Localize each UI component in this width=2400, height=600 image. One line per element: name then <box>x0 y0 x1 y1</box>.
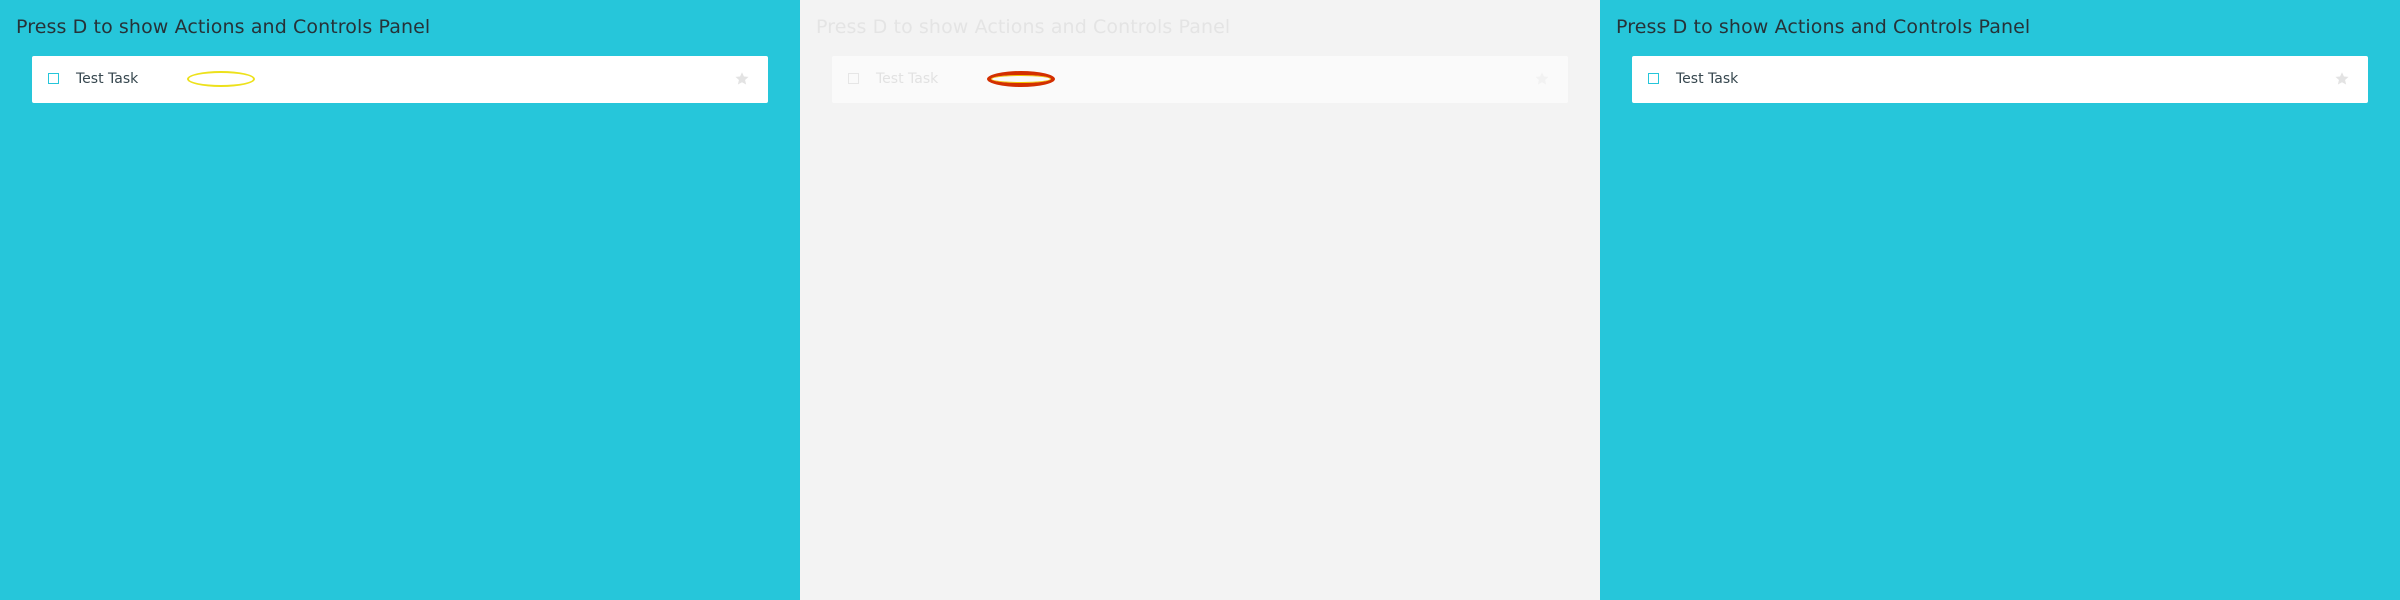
board-panel-middle: Press D to show Actions and Controls Pan… <box>800 0 1600 600</box>
screenshot-strip: Press D to show Actions and Controls Pan… <box>0 0 2400 600</box>
checkbox-icon[interactable] <box>48 73 59 84</box>
keyboard-hint: Press D to show Actions and Controls Pan… <box>16 16 431 38</box>
star-icon[interactable] <box>1533 70 1551 88</box>
checkbox-icon[interactable] <box>1648 73 1659 84</box>
star-icon[interactable] <box>2333 70 2351 88</box>
task-title[interactable]: Test Task <box>876 70 938 88</box>
highlight-ellipse <box>987 71 1055 87</box>
task-row[interactable]: Test Task <box>1632 56 2368 103</box>
keyboard-hint: Press D to show Actions and Controls Pan… <box>1616 16 2031 38</box>
checkbox-icon[interactable] <box>848 73 859 84</box>
task-row[interactable]: Test Task <box>832 56 1568 103</box>
highlight-ellipse <box>187 71 255 87</box>
task-row[interactable]: Test Task <box>32 56 768 103</box>
task-title[interactable]: Test Task <box>1676 70 1738 88</box>
board-panel-right: Press D to show Actions and Controls Pan… <box>1600 0 2400 600</box>
star-icon[interactable] <box>733 70 751 88</box>
keyboard-hint: Press D to show Actions and Controls Pan… <box>816 16 1231 38</box>
board-panel-left: Press D to show Actions and Controls Pan… <box>0 0 800 600</box>
task-title[interactable]: Test Task <box>76 70 138 88</box>
